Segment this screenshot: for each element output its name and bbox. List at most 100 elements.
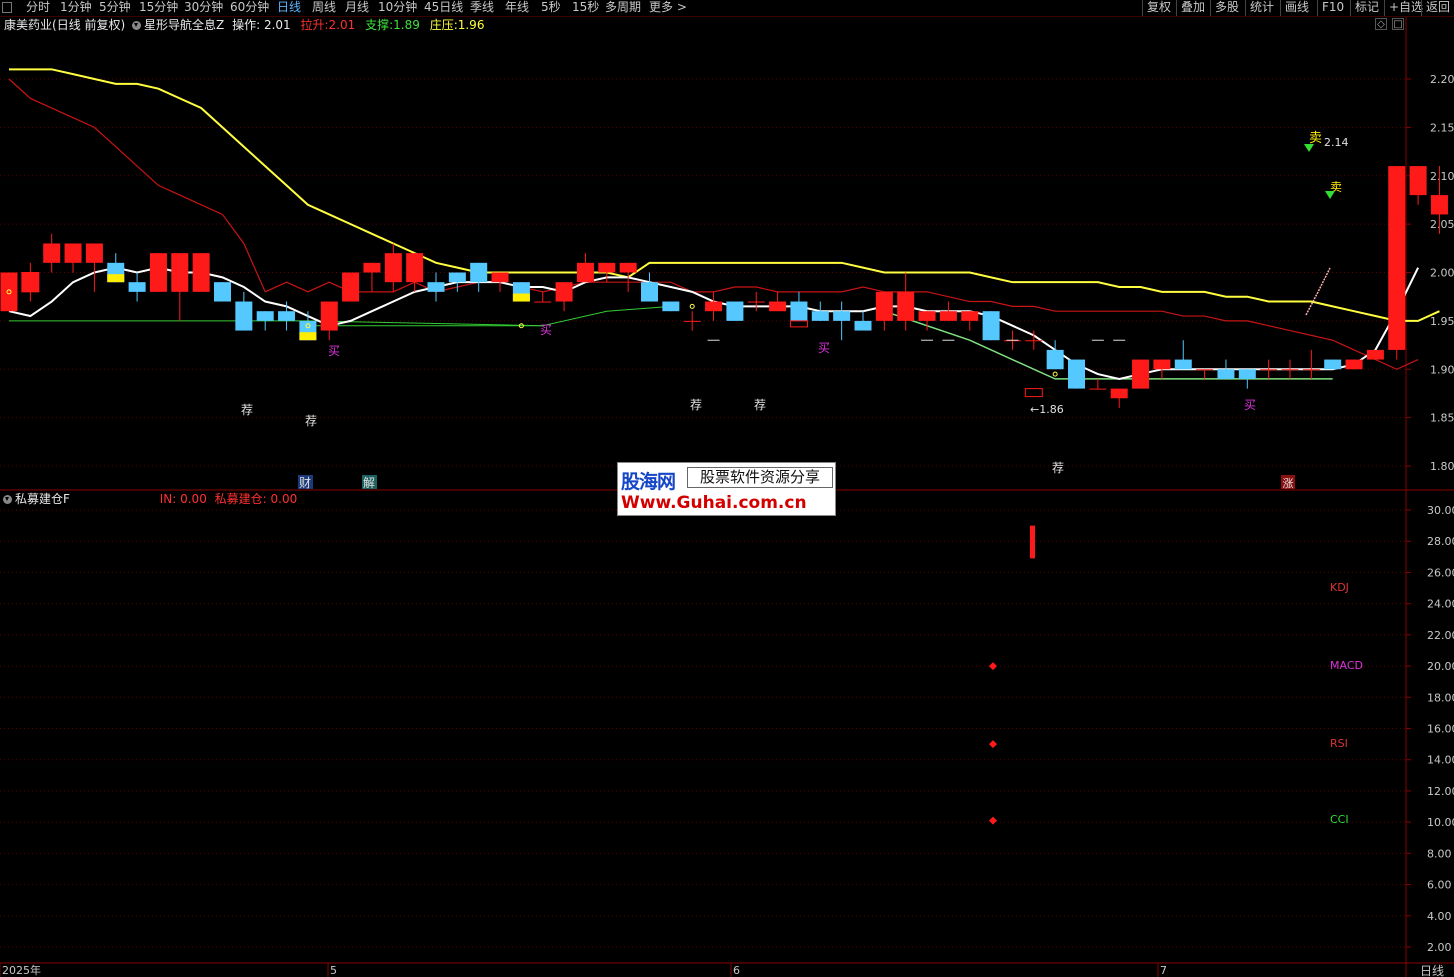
candle-body	[427, 282, 445, 292]
sub-axis-label: 24.00	[1427, 598, 1454, 611]
sub-axis-label: 12.00	[1427, 785, 1454, 798]
candle-body	[1132, 359, 1150, 389]
highlight-candle	[107, 274, 125, 283]
candle-body	[278, 311, 296, 321]
buy-signal-2: 买	[818, 341, 830, 355]
sub-bar	[1030, 525, 1035, 559]
candle-body	[128, 282, 146, 292]
candle-body	[149, 253, 167, 292]
candle-body	[534, 301, 552, 303]
candle-body	[491, 272, 509, 283]
candle-body	[555, 282, 573, 302]
buy-signal-0: 买	[328, 344, 340, 358]
sell-signal: 卖	[1309, 131, 1322, 146]
candle-body	[214, 282, 231, 302]
sub-axis-label: 10.00	[1427, 816, 1454, 829]
recommend-signal-2: 荐	[690, 398, 702, 412]
main-axis-label: 2.05	[1430, 218, 1454, 231]
candle-body	[406, 253, 424, 283]
candle-body	[1388, 166, 1406, 350]
signal-dot	[1052, 371, 1058, 377]
sub-diamond-0	[989, 662, 997, 671]
rsi-label: RSI	[1330, 737, 1348, 750]
sub-axis-label: 28.00	[1427, 535, 1454, 548]
rising-line	[1305, 267, 1331, 316]
candle-body	[961, 311, 979, 321]
main-axis-label: 2.00	[1430, 267, 1454, 280]
candle-body	[705, 301, 723, 312]
sub-axis-label: 22.00	[1427, 629, 1454, 642]
candle-body	[256, 311, 274, 321]
time-label-2: 6	[733, 964, 740, 977]
candle-body	[790, 301, 808, 321]
cai-label: 财	[299, 476, 311, 490]
candle-body	[1345, 359, 1363, 370]
high-price-label: 2.14	[1324, 136, 1349, 149]
buy-signal-3: 买	[1244, 398, 1256, 412]
candle-body	[833, 311, 851, 321]
cci-label: CCI	[1330, 813, 1349, 826]
candle-body	[897, 291, 915, 321]
candle-body	[320, 301, 338, 331]
candle-body	[769, 301, 787, 312]
macd-label: MACD	[1330, 659, 1363, 672]
watermark-url: Www.Guhai.com.cn	[621, 493, 807, 513]
candle-body	[85, 243, 103, 263]
candle-body	[683, 320, 701, 322]
candle-body	[1366, 349, 1384, 360]
main-axis-label: 1.80	[1430, 460, 1454, 473]
time-label-1: 5	[330, 964, 337, 977]
sub-axis-label: 4.00	[1427, 910, 1452, 923]
candle-body	[1238, 369, 1256, 379]
sub-axis-label: 8.00	[1427, 847, 1452, 860]
candle-body	[747, 301, 765, 303]
candle-body	[1153, 359, 1171, 370]
candle-body	[875, 291, 893, 321]
candle-body	[384, 253, 402, 283]
candle-body	[363, 262, 381, 273]
candle-body	[1409, 166, 1427, 196]
signal-dot	[689, 303, 695, 309]
candle-body	[448, 272, 466, 283]
watermark-logo: 股海网 股票软件资源分享 Www.Guhai.com.cn	[617, 462, 836, 516]
main-axis-label: 2.15	[1430, 121, 1454, 134]
jie-label: 解	[363, 476, 375, 490]
low-price-label: ←1.86	[1030, 403, 1064, 416]
candle-body	[21, 272, 39, 292]
candle-body	[1324, 359, 1342, 370]
candle-body	[64, 243, 82, 263]
sub-axis-label: 26.00	[1427, 566, 1454, 579]
sub-diamond-1	[989, 740, 997, 749]
hollow-candle	[1024, 388, 1043, 398]
watermark-brand: 股海网	[621, 471, 676, 493]
candle-body	[982, 311, 1000, 341]
candle-body	[43, 243, 61, 263]
main-axis-label: 2.10	[1430, 170, 1454, 183]
candle-body	[726, 301, 744, 321]
kdj-label: KDJ	[1330, 581, 1349, 594]
candle-body	[1068, 359, 1085, 389]
zhang-label: 涨	[1283, 477, 1294, 490]
candle-body	[641, 282, 658, 302]
candle-body	[0, 272, 18, 312]
time-label-3: 7	[1160, 964, 1167, 977]
candle-body	[171, 253, 189, 292]
candle-body	[918, 311, 936, 321]
recommend-signal-1: 荐	[305, 414, 317, 428]
candle-body	[1302, 369, 1320, 371]
candle-body	[470, 262, 488, 283]
watermark-slogan: 股票软件资源分享	[687, 467, 833, 488]
main-axis-label: 2.20	[1430, 73, 1454, 86]
recommend-signal-0: 荐	[241, 403, 253, 417]
candle-body	[1089, 388, 1107, 390]
sub-axis-label: 14.00	[1427, 754, 1454, 767]
recommend-signal-4: 荐	[1052, 461, 1064, 475]
time-label-0: 2025年	[2, 963, 41, 977]
candle-body	[1430, 195, 1448, 215]
sub-axis-label: 30.00	[1427, 504, 1454, 517]
highlight-candle	[299, 332, 317, 341]
highlight-candle	[512, 293, 530, 302]
candle-body	[342, 272, 360, 302]
candle-body	[811, 311, 829, 321]
candle-body	[1046, 349, 1064, 370]
